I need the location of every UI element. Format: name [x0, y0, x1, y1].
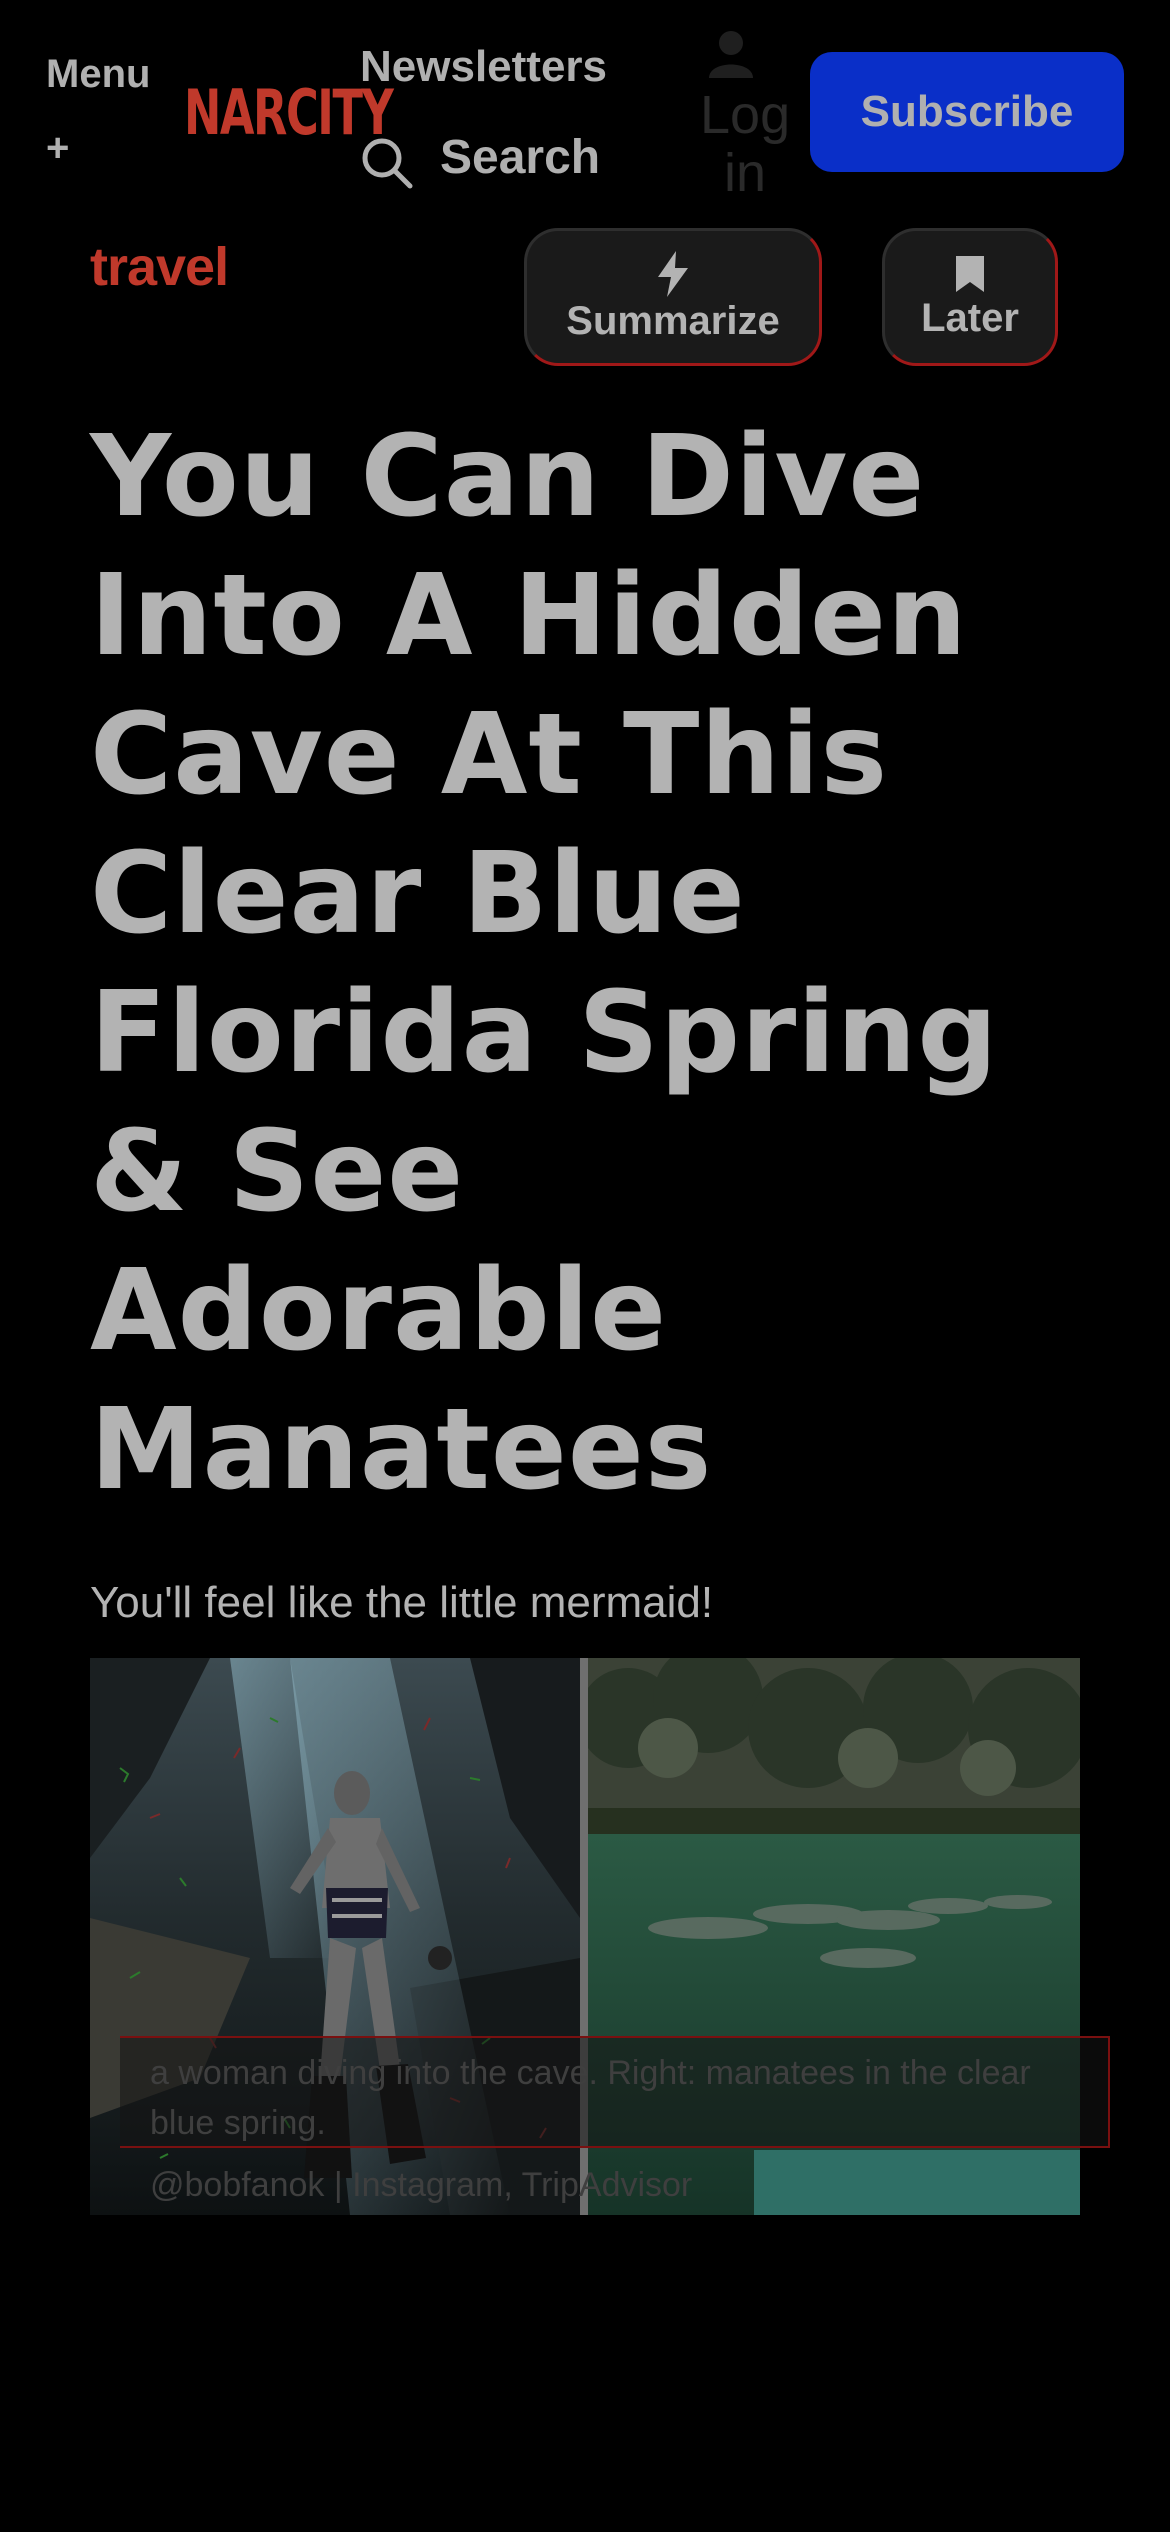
title-line: Florida Spring: [90, 968, 999, 1098]
title-line: & See: [90, 1107, 465, 1237]
image-caption: a woman diving into the cave. Right: man…: [150, 2054, 1031, 2142]
summarize-label: Summarize: [566, 298, 780, 343]
image-credit: @bobfanok | Instagram, TripAdvisor: [150, 2166, 693, 2204]
lightning-icon: [658, 250, 688, 297]
title-line: Adorable: [90, 1246, 668, 1376]
title-line: Cave At This: [90, 690, 889, 820]
category-label[interactable]: travel: [90, 236, 229, 298]
search-icon[interactable]: [358, 134, 414, 190]
menu-button[interactable]: Menu: [46, 52, 150, 97]
bookmark-icon: [956, 255, 984, 292]
later-button[interactable]: Later: [882, 228, 1058, 366]
menu-plus-icon[interactable]: +: [46, 126, 69, 171]
article-title: You Can Dive Into A Hidden Cave At This …: [90, 408, 1110, 1520]
user-icon[interactable]: [706, 28, 756, 80]
subscribe-button[interactable]: Subscribe: [810, 52, 1124, 172]
newsletters-link[interactable]: Newsletters: [360, 42, 607, 92]
article-subtitle: You'll feel like the little mermaid!: [90, 1578, 714, 1627]
login-link[interactable]: Log in: [700, 86, 790, 202]
search-link[interactable]: Search: [440, 130, 600, 185]
title-line: Into A Hidden: [90, 551, 968, 681]
later-label: Later: [921, 295, 1019, 340]
title-line: You Can Dive: [90, 412, 926, 542]
title-line: Clear Blue: [90, 829, 746, 959]
title-line: Manatees: [90, 1385, 713, 1515]
summarize-button[interactable]: Summarize: [524, 228, 822, 366]
